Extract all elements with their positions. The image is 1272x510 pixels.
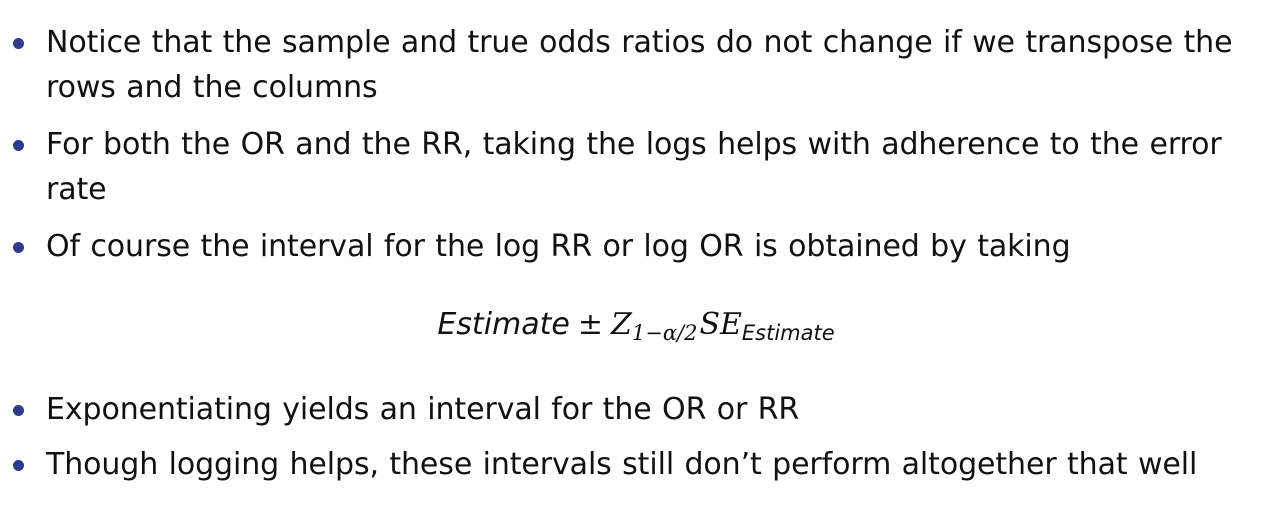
formula-z: Z <box>611 307 632 342</box>
bullet-dot-icon <box>13 38 24 49</box>
bullet-text: Though logging helps, these intervals st… <box>46 447 1198 482</box>
bullet-text: Of course the interval for the log RR or… <box>46 229 1071 264</box>
formula-z-subscript: 1−α/2 <box>631 321 698 345</box>
formula-plus-minus: ± <box>577 307 603 342</box>
formula-se-subscript: Estimate <box>741 321 835 345</box>
bullet-text: Exponentiating yields an interval for th… <box>46 392 800 427</box>
formula-estimate: Estimate <box>437 307 570 342</box>
bullet-text: For both the OR and the RR, taking the l… <box>46 127 1222 207</box>
bullet-dot-icon <box>13 242 24 253</box>
bullet-dot-icon <box>13 405 24 416</box>
formula-se: SE <box>699 307 742 342</box>
bullet-text: Notice that the sample and true odds rat… <box>46 25 1233 105</box>
bullet-dot-icon <box>13 460 24 471</box>
confidence-interval-formula: Estimate ± Z1−α/2SEEstimate <box>0 300 1272 358</box>
slide: Notice that the sample and true odds rat… <box>0 0 1272 510</box>
bullet-dot-icon <box>13 140 24 151</box>
